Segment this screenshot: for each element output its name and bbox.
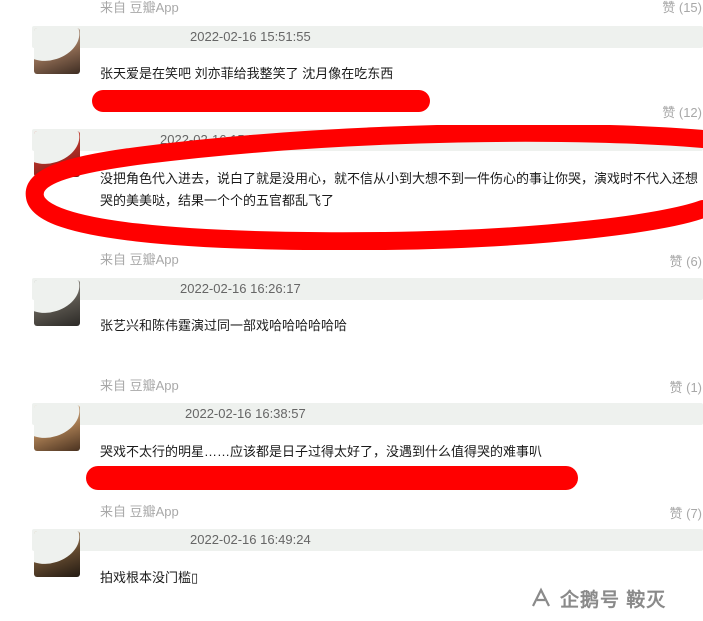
avatar[interactable]	[34, 280, 80, 326]
comment-text: 哭戏不太行的明星……应该都是日子过得太好了，没遇到什么值得哭的难事叭	[100, 444, 543, 459]
like-button[interactable]: 赞 (12)	[640, 102, 702, 121]
penguin-logo-icon	[532, 587, 550, 607]
source-label: 来自 豆瓣App	[100, 504, 179, 519]
like-label: 赞	[669, 380, 683, 395]
like-button[interactable]: 赞 (1)	[640, 377, 702, 396]
like-count: (7)	[686, 506, 702, 521]
like-count: (1)	[686, 380, 702, 395]
comment-timestamp: 2022-02-16 16:26:17	[180, 281, 301, 296]
comment-header-bar	[32, 403, 703, 425]
comment-text: 张艺兴和陈伟霆演过同一部戏哈哈哈哈哈哈	[100, 318, 348, 333]
red-underline-annotation	[86, 466, 578, 490]
source-label: 来自 豆瓣App	[100, 252, 179, 267]
red-underline-annotation	[92, 90, 430, 112]
comment-header-bar	[32, 26, 703, 48]
like-button[interactable]: 赞 (7)	[640, 503, 702, 522]
source-label: 来自 豆瓣App	[100, 0, 179, 15]
source-label: 来自 豆瓣App	[100, 378, 179, 393]
like-label: 赞	[662, 105, 676, 120]
avatar[interactable]	[34, 531, 80, 577]
watermark-text: 企鹅号 鞍灭	[560, 590, 667, 611]
comment-timestamp: 2022-02-16 16:38:57	[185, 406, 306, 421]
comment-header-bar	[32, 529, 703, 551]
comment-text: 没把角色代入进去，说白了就是没用心，就不信从小到大想不到一件伤心的事让你哭，演戏…	[100, 171, 699, 208]
avatar[interactable]	[34, 28, 80, 74]
like-button[interactable]: 赞 (6)	[640, 251, 702, 270]
comment-timestamp: 2022-02-16 15:51:55	[190, 29, 311, 44]
comment-header-bar	[32, 278, 703, 300]
like-count: (12)	[678, 105, 702, 120]
like-label: 赞	[669, 506, 683, 521]
comment-text: 拍戏根本没门槛▯	[100, 570, 199, 585]
comment-timestamp: 2022-02-16 16:49:24	[190, 532, 311, 547]
like-count: (15)	[678, 0, 702, 15]
like-button[interactable]: 赞 (15)	[640, 0, 702, 16]
comment-text: 张天爱是在笑吧 刘亦菲给我整笑了 沈月像在吃东西	[100, 66, 394, 81]
like-label: 赞	[669, 254, 683, 269]
avatar[interactable]	[34, 405, 80, 451]
like-count: (6)	[686, 254, 702, 269]
like-label: 赞	[662, 0, 676, 15]
